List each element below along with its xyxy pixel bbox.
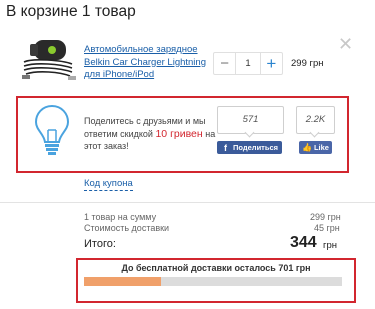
- facebook-share-button[interactable]: f Поделиться: [217, 141, 282, 154]
- increase-quantity-button[interactable]: +: [261, 53, 282, 74]
- cart-title: В корзине 1 товар: [6, 3, 136, 20]
- item-price: 299 грн: [291, 58, 324, 69]
- facebook-like-label: Like: [313, 143, 329, 152]
- product-name-link[interactable]: Автомобильное зарядное Belkin Car Charge…: [84, 44, 214, 82]
- promo-discount: 10 гривен: [155, 127, 203, 140]
- quantity-stepper: − 1 +: [213, 52, 283, 75]
- free-delivery-progress: [84, 277, 342, 286]
- items-sum-label: 1 товар на сумму: [84, 212, 157, 222]
- summary-divider: [0, 202, 375, 203]
- total-value: 344: [290, 234, 317, 251]
- close-icon[interactable]: ✕: [338, 34, 353, 55]
- lightbulb-icon: [34, 104, 70, 155]
- total-label: Итого:: [84, 238, 116, 250]
- shipping-cost-value: 45 грн: [314, 223, 340, 233]
- coupon-code-link[interactable]: Код купона: [84, 178, 133, 191]
- shipping-cost-label: Стоимость доставки: [84, 223, 170, 233]
- free-delivery-progress-fill: [84, 277, 162, 286]
- thumbs-up-icon: 👍: [302, 143, 312, 152]
- facebook-like-button[interactable]: 👍 Like: [299, 141, 332, 154]
- total-currency: грн: [323, 240, 337, 251]
- share-promo-text: Поделитесь с друзьями и мы ответим скидк…: [84, 115, 216, 153]
- car-charger-image: [22, 40, 76, 80]
- facebook-share-label: Поделиться: [233, 143, 279, 152]
- quantity-value[interactable]: 1: [235, 53, 261, 74]
- items-sum-value: 299 грн: [310, 212, 341, 222]
- free-delivery-text: До бесплатной доставки осталось 701 грн: [121, 263, 311, 273]
- facebook-icon: f: [224, 142, 227, 153]
- decrease-quantity-button[interactable]: −: [214, 53, 235, 74]
